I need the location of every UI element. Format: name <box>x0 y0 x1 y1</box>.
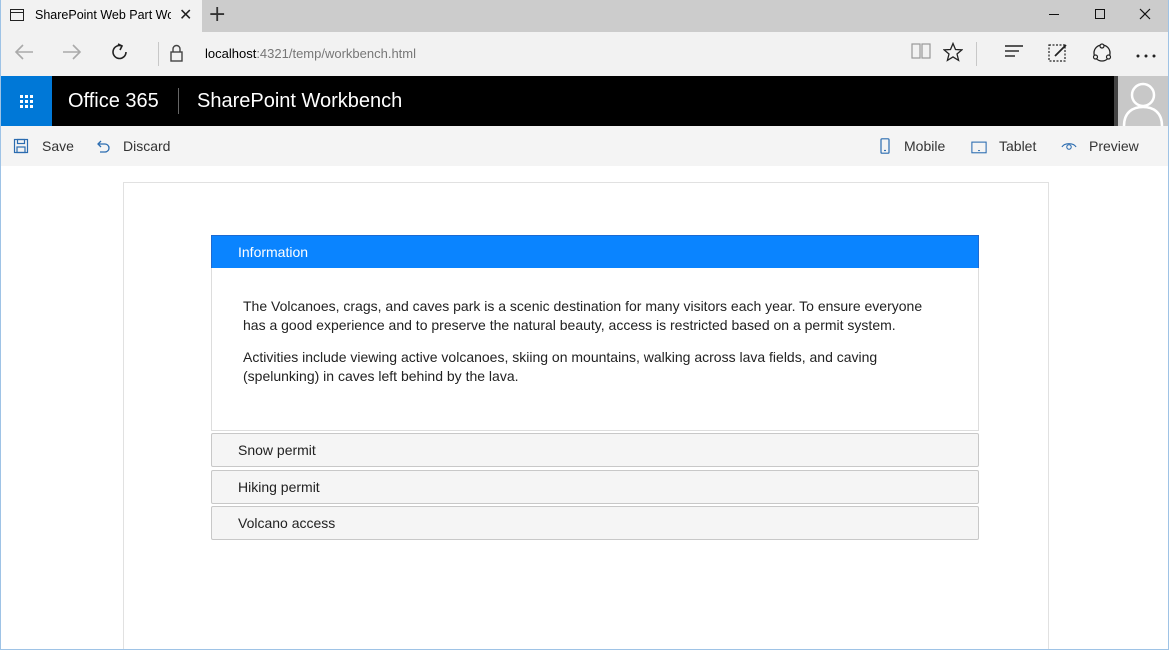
tablet-icon <box>971 141 987 154</box>
divider <box>976 42 977 66</box>
accordion-header-label: Hiking permit <box>238 479 320 495</box>
eye-icon <box>1061 143 1077 150</box>
browser-tab[interactable]: SharePoint Web Part Workbench ✕ <box>1 0 202 32</box>
accordion-header-information[interactable]: Information <box>211 235 979 269</box>
discard-label: Discard <box>123 138 171 154</box>
maximize-button[interactable] <box>1077 0 1123 32</box>
panel-paragraph: Activities include viewing active volcan… <box>243 349 878 384</box>
close-tab-icon[interactable]: ✕ <box>179 6 192 24</box>
accordion-panel-information: The Volcanoes, crags, and caves park is … <box>211 268 979 431</box>
workbench-canvas: Information The Volcanoes, crags, and ca… <box>123 182 1049 649</box>
forward-button[interactable] <box>59 41 85 67</box>
page-icon <box>10 9 24 21</box>
accordion-header-snow-permit[interactable]: Snow permit <box>211 433 979 467</box>
close-window-button[interactable] <box>1122 0 1168 32</box>
divider <box>178 88 179 114</box>
accordion-header-label: Volcano access <box>238 515 336 531</box>
preview-label: Preview <box>1089 138 1139 154</box>
save-label: Save <box>42 138 74 154</box>
app-launcher-button[interactable] <box>1 76 52 126</box>
divider <box>158 42 159 66</box>
reading-view-icon[interactable] <box>909 42 933 66</box>
minimize-button[interactable] <box>1031 0 1077 32</box>
browser-window: SharePoint Web Part Workbench ✕ + local <box>0 0 1169 650</box>
tablet-label: Tablet <box>999 138 1037 154</box>
suite-bar: Office 365 SharePoint Workbench <box>1 76 1168 126</box>
back-button[interactable] <box>11 41 37 67</box>
panel-paragraph: The Volcanoes, crags, and caves park is … <box>243 298 923 333</box>
url-field[interactable]: localhost:4321/temp/workbench.html <box>205 46 416 61</box>
tablet-button[interactable]: Tablet <box>971 126 1051 166</box>
accordion-header-volcano-access[interactable]: Volcano access <box>211 506 979 540</box>
undo-icon <box>97 140 110 153</box>
mobile-label: Mobile <box>904 138 946 154</box>
command-bar: Save Discard Mobile Tablet Preview <box>1 126 1168 166</box>
address-bar: localhost:4321/temp/workbench.html <box>1 32 1168 76</box>
save-icon <box>13 138 29 154</box>
refresh-button[interactable] <box>107 41 133 67</box>
tab-bar: SharePoint Web Part Workbench ✕ + <box>1 0 1168 32</box>
accordion-header-label: Snow permit <box>238 442 316 458</box>
url-path: :4321/temp/workbench.html <box>256 46 417 61</box>
more-options-icon[interactable] <box>1134 42 1158 66</box>
tab-title: SharePoint Web Part Workbench <box>35 8 171 22</box>
app-title: SharePoint Workbench <box>197 90 403 112</box>
url-host: localhost <box>205 46 257 61</box>
discard-button[interactable]: Discard <box>95 126 175 166</box>
brand-label[interactable]: Office 365 <box>68 90 159 113</box>
share-icon[interactable] <box>1090 42 1114 66</box>
preview-button[interactable]: Preview <box>1061 126 1151 166</box>
mobile-button[interactable]: Mobile <box>877 126 957 166</box>
lock-icon[interactable] <box>170 44 183 62</box>
new-tab-button[interactable]: + <box>208 3 226 27</box>
waffle-icon <box>20 95 33 108</box>
accordion-header-label: Information <box>238 244 309 260</box>
accordion-header-hiking-permit[interactable]: Hiking permit <box>211 470 979 504</box>
web-note-icon[interactable] <box>1046 42 1070 66</box>
hub-menu-icon[interactable] <box>1002 42 1026 66</box>
mobile-icon <box>880 138 890 154</box>
favorite-star-icon[interactable] <box>941 41 965 66</box>
avatar[interactable] <box>1114 76 1168 126</box>
